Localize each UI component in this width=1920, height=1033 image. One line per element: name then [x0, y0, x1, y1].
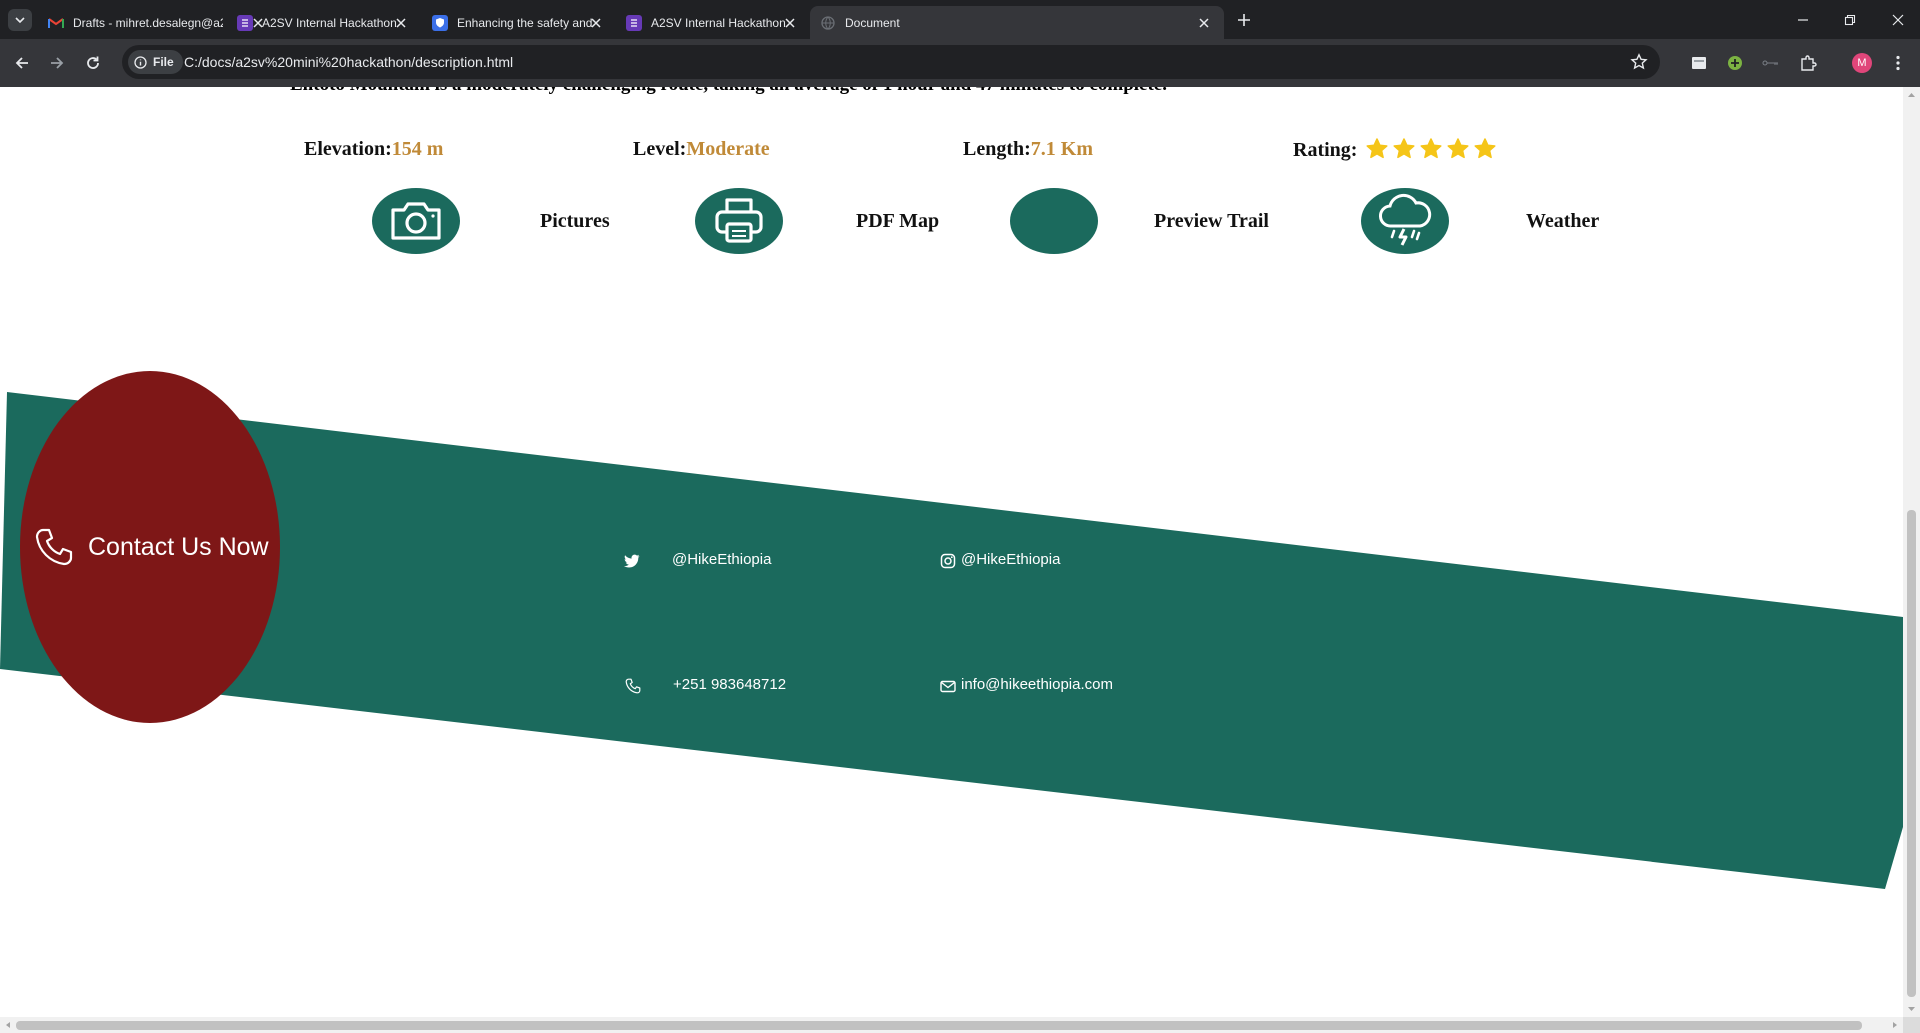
back-button[interactable] [11, 52, 33, 74]
phone-number[interactable]: +251 983648712 [673, 676, 786, 693]
bookmark-star-icon[interactable] [1630, 53, 1648, 71]
twitter-link[interactable] [623, 552, 641, 570]
phone-icon [624, 677, 642, 695]
email-address[interactable]: info@hikeethiopia.com [961, 676, 1113, 693]
scroll-left-arrow-icon[interactable] [2, 1017, 14, 1033]
contact-us-content: Contact Us Now [34, 527, 269, 567]
tab-title: Document [845, 15, 900, 30]
close-icon[interactable] [588, 15, 604, 31]
extension-button[interactable] [1688, 52, 1710, 74]
instagram-icon [939, 552, 957, 570]
scroll-right-arrow-icon[interactable] [1889, 1017, 1901, 1033]
address-bar[interactable]: File C:/docs/a2sv%20mini%20hackathon/des… [122, 45, 1660, 79]
minimize-button[interactable] [1793, 10, 1813, 30]
tab-hackathon-form-1[interactable]: A2SV Internal Hackathon Final ( [227, 6, 417, 39]
profile-avatar[interactable]: M [1852, 53, 1872, 73]
puzzle-icon [1801, 55, 1817, 71]
horizontal-scroll-thumb[interactable] [16, 1021, 1862, 1030]
browser-toolbar: File C:/docs/a2sv%20mini%20hackathon/des… [0, 39, 1920, 87]
vertical-scroll-thumb[interactable] [1907, 510, 1916, 997]
tab-search-button[interactable] [8, 9, 32, 31]
arrow-left-icon [15, 57, 28, 69]
extension-button[interactable] [1760, 52, 1782, 74]
window-close-button[interactable] [1888, 10, 1908, 30]
email-link[interactable] [939, 677, 957, 695]
close-icon [1892, 14, 1904, 26]
tab-title: A2SV Internal Hackathon Final ( [262, 15, 397, 30]
screen-extension-icon [1692, 57, 1706, 69]
twitter-icon [623, 552, 641, 570]
contact-us-button[interactable]: Contact Us Now [20, 371, 280, 723]
chevron-down-icon [15, 17, 25, 24]
scrollbar-corner [1903, 1017, 1920, 1033]
tab-document-active[interactable]: Document [810, 6, 1224, 39]
gmail-icon [48, 15, 64, 31]
restore-icon [1844, 14, 1856, 26]
vertical-scrollbar[interactable] [1903, 87, 1920, 1017]
scroll-up-arrow-icon[interactable] [1903, 89, 1920, 101]
scroll-down-arrow-icon[interactable] [1903, 1003, 1920, 1015]
close-icon[interactable] [1196, 15, 1212, 31]
restore-button[interactable] [1840, 10, 1860, 30]
forward-button[interactable] [46, 52, 68, 74]
arrow-right-icon [51, 57, 64, 69]
browser-menu-button[interactable] [1887, 52, 1909, 74]
password-extension-icon [1762, 60, 1778, 66]
tab-title: Enhancing the safety and enjoy [457, 15, 595, 30]
horizontal-scrollbar[interactable] [0, 1017, 1903, 1033]
new-tab-button[interactable] [1234, 10, 1254, 30]
plus-icon [1238, 14, 1250, 26]
extensions-menu-button[interactable] [1797, 52, 1819, 74]
tab-title: A2SV Internal Hackathon Final ( [651, 15, 786, 30]
reload-icon [87, 56, 99, 69]
page-viewport: Entoto Mountain is a moderately challeng… [0, 87, 1903, 1017]
phone-link[interactable] [624, 677, 642, 695]
tab-enhancing-safety[interactable]: Enhancing the safety and enjoy [422, 6, 612, 39]
tab-title: Drafts - mihret.desalegn@a2sv [73, 15, 223, 30]
close-icon[interactable] [782, 15, 798, 31]
close-icon[interactable] [393, 15, 409, 31]
info-icon [134, 55, 147, 69]
globe-icon [820, 15, 836, 31]
file-chip-label: File [153, 55, 174, 69]
tab-hackathon-form-2[interactable]: A2SV Internal Hackathon Final ( [616, 6, 806, 39]
contact-us-label: Contact Us Now [88, 532, 269, 561]
instagram-handle[interactable]: @HikeEthiopia [961, 551, 1060, 568]
site-info-chip[interactable]: File [128, 50, 183, 74]
more-vert-icon [1896, 55, 1900, 71]
forms-icon [237, 14, 253, 31]
twitter-handle[interactable]: @HikeEthiopia [672, 551, 771, 568]
green-plus-extension-icon [1728, 56, 1742, 70]
shield-icon [432, 14, 448, 31]
mail-icon [939, 677, 957, 695]
instagram-link[interactable] [939, 552, 957, 570]
phone-icon [35, 528, 73, 566]
url-text[interactable]: C:/docs/a2sv%20mini%20hackathon/descript… [184, 54, 513, 70]
forms-icon [626, 14, 642, 31]
browser-tab-bar: Drafts - mihret.desalegn@a2sv A2SV Inter… [0, 0, 1920, 39]
reload-button[interactable] [82, 52, 104, 74]
minimize-icon [1798, 19, 1808, 21]
extension-button[interactable] [1724, 52, 1746, 74]
